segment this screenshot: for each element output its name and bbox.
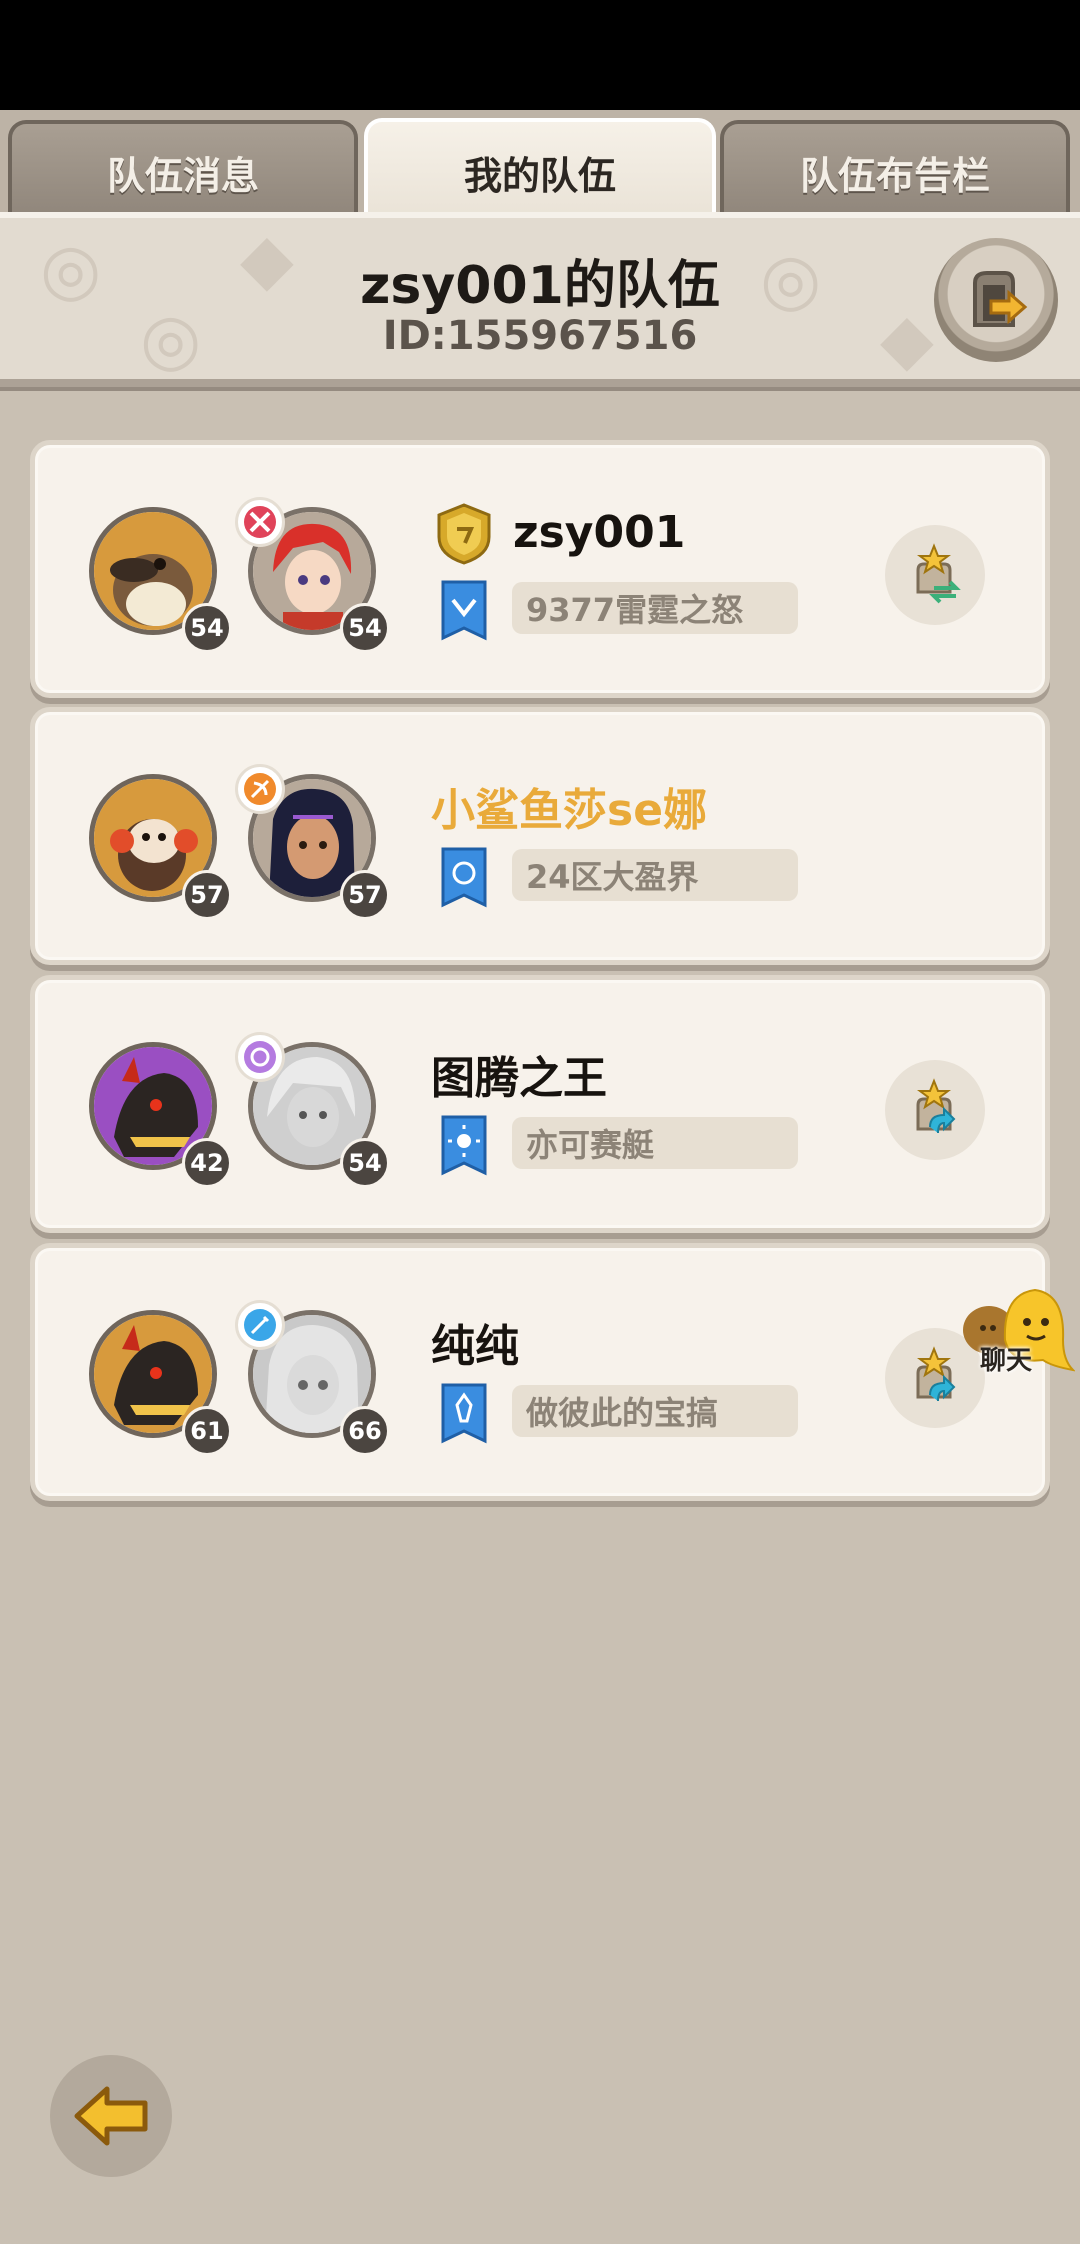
player-name: 图腾之王 bbox=[431, 1053, 607, 1104]
server-ribbon-icon bbox=[441, 847, 487, 908]
exit-team-button[interactable] bbox=[934, 238, 1058, 362]
player-name: 纯纯 bbox=[431, 1321, 519, 1372]
exit-door-icon bbox=[973, 271, 1028, 327]
tab-team-messages[interactable]: 队伍消息 bbox=[8, 120, 358, 220]
hero-level-badge: 66 bbox=[340, 1406, 390, 1456]
class-badge bbox=[235, 1032, 285, 1082]
pet-level-badge: 57 bbox=[182, 870, 232, 920]
server-name: 24区大盈界 bbox=[512, 849, 798, 901]
staff-icon bbox=[244, 1309, 276, 1341]
status-bar bbox=[0, 0, 1080, 110]
tab-label: 队伍消息 bbox=[106, 153, 259, 198]
crossed-swords-icon bbox=[244, 506, 276, 538]
tab-my-team[interactable]: 我的队伍 bbox=[364, 118, 716, 222]
back-button[interactable] bbox=[50, 2055, 172, 2177]
member-card[interactable]: 42 54 图腾之王 亦可赛艇 bbox=[30, 975, 1050, 1233]
back-arrow-icon bbox=[74, 2086, 148, 2146]
member-card[interactable]: 54 54 zsy001 9377雷霆之怒 bbox=[30, 440, 1050, 698]
class-badge bbox=[235, 1300, 285, 1350]
chat-label: 聊天 bbox=[980, 1346, 1033, 1376]
pet-level-badge: 42 bbox=[182, 1138, 232, 1188]
hero-level-badge: 57 bbox=[340, 870, 390, 920]
transfer-icon bbox=[916, 543, 961, 604]
pet-level-badge: 54 bbox=[182, 603, 232, 653]
team-title: zsy001的队伍 bbox=[360, 256, 720, 316]
class-badge bbox=[235, 764, 285, 814]
class-badge bbox=[235, 497, 285, 547]
player-name: 小鲨鱼莎se娜 bbox=[431, 785, 708, 836]
transfer-leader-button[interactable] bbox=[885, 525, 985, 625]
server-ribbon-icon bbox=[441, 580, 487, 641]
server-ribbon-icon bbox=[441, 1115, 487, 1176]
tab-team-bulletin[interactable]: 队伍布告栏 bbox=[720, 120, 1070, 220]
leader-shield-icon bbox=[437, 503, 491, 565]
tab-bar: 队伍消息 我的队伍 队伍布告栏 bbox=[0, 110, 1080, 222]
team-header: ◎ ◆ ◎ ◎ ◆ zsy001的队伍 ID:155967516 bbox=[0, 212, 1080, 387]
hero-level-badge: 54 bbox=[340, 1138, 390, 1188]
swap-member-button[interactable] bbox=[885, 1060, 985, 1160]
bow-icon bbox=[244, 773, 276, 805]
member-card[interactable]: 57 57 小鲨鱼莎se娜 24区大盈界 bbox=[30, 707, 1050, 965]
server-ribbon-icon bbox=[441, 1383, 487, 1444]
pet-level-badge: 61 bbox=[182, 1406, 232, 1456]
player-name: zsy001 bbox=[513, 507, 686, 558]
hero-level-badge: 54 bbox=[340, 603, 390, 653]
tab-label: 队伍布告栏 bbox=[799, 153, 990, 198]
server-name: 9377雷霆之怒 bbox=[512, 582, 798, 634]
team-id: ID:155967516 bbox=[382, 313, 698, 359]
server-name: 亦可赛艇 bbox=[512, 1117, 798, 1169]
server-name: 做彼此的宝搞 bbox=[512, 1385, 798, 1437]
member-card[interactable]: 61 66 纯纯 做彼此的宝搞 bbox=[30, 1243, 1050, 1501]
orb-icon bbox=[244, 1041, 276, 1073]
tab-label: 我的队伍 bbox=[463, 153, 616, 198]
swap-icon bbox=[916, 1078, 956, 1134]
